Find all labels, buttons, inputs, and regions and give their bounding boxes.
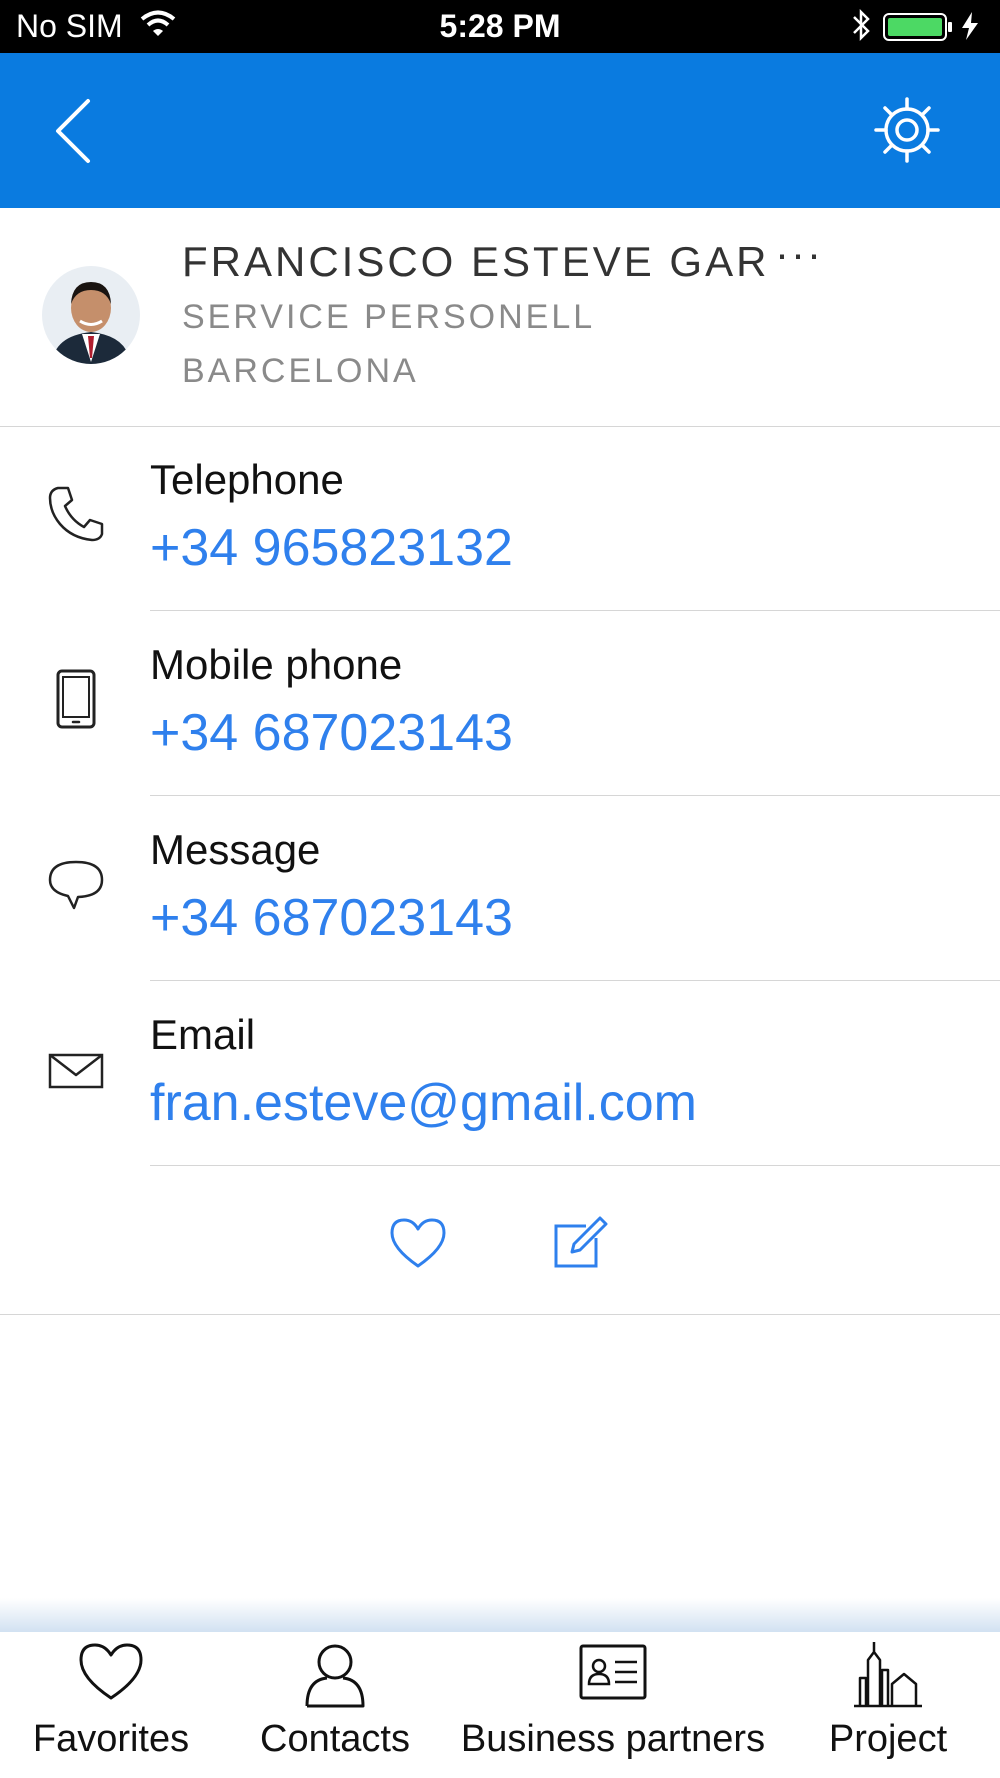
mobile-phone-value[interactable]: +34 687023143 (150, 703, 513, 763)
id-card-icon (579, 1644, 647, 1700)
email-row[interactable]: Email fran.esteve@gmail.com (0, 981, 1000, 1166)
message-label: Message (150, 826, 321, 873)
email-label: Email (150, 1011, 256, 1058)
back-button[interactable] (44, 95, 104, 167)
status-bar: No SIM 5:28 PM (0, 0, 1000, 53)
envelope-icon (48, 1053, 104, 1089)
settings-button[interactable] (872, 95, 942, 165)
contact-city: BARCELONA (182, 352, 419, 390)
battery-icon (883, 13, 952, 41)
mobile-phone-label: Mobile phone (150, 641, 403, 688)
navigation-bar (0, 53, 1000, 208)
status-right-icons (853, 8, 978, 42)
edit-button[interactable] (550, 1214, 608, 1272)
message-value[interactable]: +34 687023143 (150, 888, 513, 948)
telephone-value[interactable]: +34 965823132 (150, 518, 513, 578)
mobile-phone-icon (56, 669, 96, 729)
tabbar-shadow (0, 1598, 1000, 1632)
tab-label: Project (828, 1718, 948, 1760)
contact-header: FRANCISCO ESTEVE GAR ··· SERVICE PERSONE… (0, 208, 1000, 427)
edit-icon (554, 1216, 608, 1268)
tab-label: Contacts (260, 1718, 410, 1760)
charging-icon (962, 12, 978, 40)
contact-actions (0, 1168, 1000, 1315)
buildings-icon (854, 1642, 922, 1708)
tab-contacts[interactable]: Contacts (222, 1632, 448, 1778)
favorite-button[interactable] (388, 1216, 448, 1270)
message-bubble-icon (48, 860, 104, 910)
tab-business-partners[interactable]: Business partners (448, 1632, 778, 1778)
mobile-phone-row[interactable]: Mobile phone +34 687023143 (0, 611, 1000, 796)
person-icon (305, 1644, 365, 1708)
phone-icon (48, 486, 104, 542)
message-row[interactable]: Message +34 687023143 (0, 796, 1000, 981)
gear-icon (874, 97, 940, 163)
tab-project[interactable]: Project (790, 1632, 986, 1778)
tab-label: Business partners (460, 1718, 766, 1760)
bluetooth-icon (853, 8, 870, 42)
telephone-row[interactable]: Telephone +34 965823132 (0, 426, 1000, 611)
contact-name: FRANCISCO ESTEVE GAR (182, 238, 770, 285)
tab-favorites[interactable]: Favorites (0, 1632, 222, 1778)
avatar-photo (42, 266, 140, 364)
more-options-button[interactable]: ··· (775, 230, 823, 278)
telephone-label: Telephone (150, 456, 344, 503)
contact-department: SERVICE PERSONELL (182, 298, 596, 336)
tab-label: Favorites (32, 1718, 190, 1760)
divider (150, 1165, 1000, 1166)
avatar (42, 266, 140, 364)
heart-icon (79, 1643, 143, 1700)
email-value[interactable]: fran.esteve@gmail.com (150, 1073, 697, 1133)
heart-icon (390, 1218, 446, 1268)
tab-bar: Favorites Contacts Business partners Pro… (0, 1632, 1000, 1778)
chevron-left-icon (56, 99, 90, 163)
